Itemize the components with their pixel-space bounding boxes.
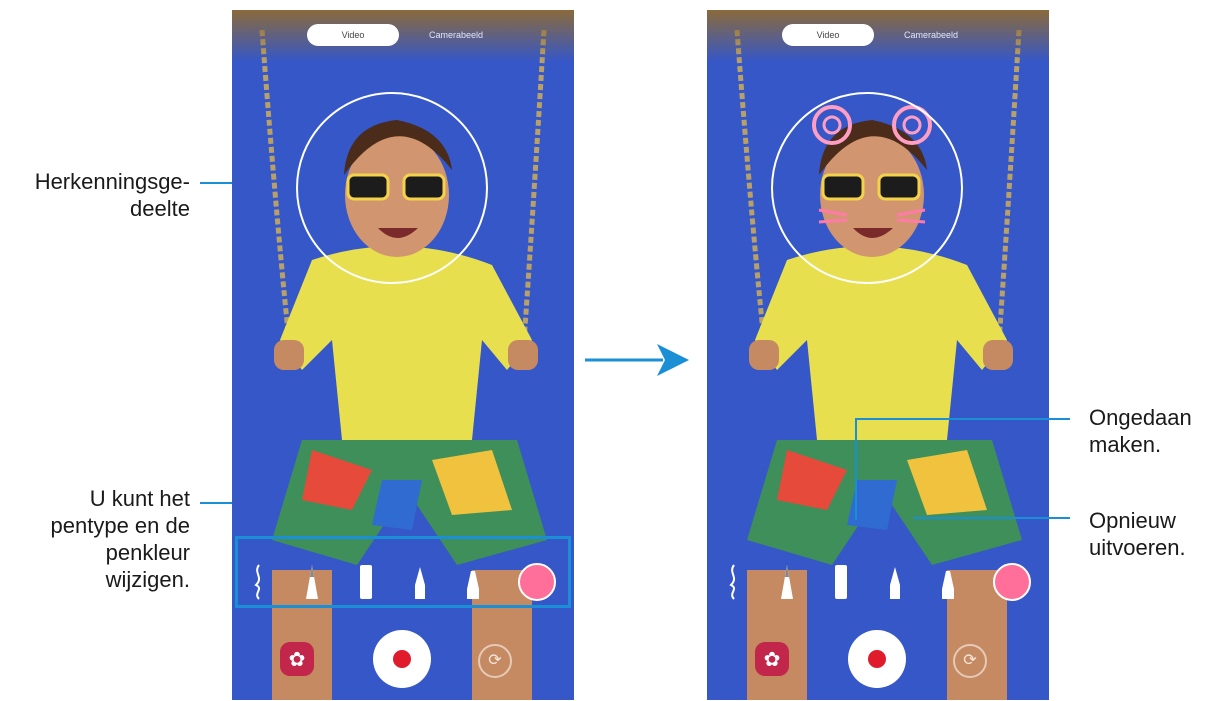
callout-pen-options: U kunt het pentype en de penkleur wijzig…	[50, 486, 190, 592]
mode-tab-camera[interactable]: Camerabeeld	[885, 24, 977, 46]
top-bar	[232, 10, 574, 62]
record-button[interactable]	[848, 630, 906, 688]
pen-options-row	[707, 547, 1049, 617]
bottom-controls: ✿ ⟳	[232, 630, 574, 690]
flower-icon: ✿	[763, 648, 781, 671]
mode-tab-camera[interactable]: Camerabeeld	[410, 24, 502, 46]
callout-redo: Opnieuw uitvoeren.	[1089, 508, 1186, 560]
right-arrow-icon	[585, 344, 689, 376]
bottom-controls: ✿ ⟳	[707, 630, 1049, 690]
switch-camera-icon[interactable]: ⟳	[953, 644, 987, 678]
top-bar	[707, 10, 1049, 62]
callout-line-undo-vertical	[855, 418, 857, 520]
mode-tab-video[interactable]: Video	[782, 24, 874, 46]
recognition-area-ring	[771, 92, 963, 284]
callout-recognition-area: Herkenningsge- deelte	[34, 169, 190, 221]
camera-screen-after: Video Camerabeeld ✿ ⟳	[707, 10, 1049, 700]
recognition-area-ring	[296, 92, 488, 284]
pen-color-button[interactable]	[993, 563, 1032, 601]
flower-icon: ✿	[288, 648, 306, 671]
brush-pen-icon[interactable]	[725, 563, 743, 601]
pencil-pen-icon[interactable]	[778, 563, 796, 601]
fountain-pen-icon[interactable]	[886, 563, 904, 601]
callout-line-undo	[855, 418, 1070, 420]
stickers-button[interactable]: ✿	[755, 642, 789, 676]
highlighter-pen-icon[interactable]	[939, 563, 957, 601]
callout-line-redo	[914, 517, 1070, 519]
record-dot-icon	[868, 650, 886, 668]
record-dot-icon	[393, 650, 411, 668]
pen-options-highlight	[235, 536, 571, 608]
mode-tab-video[interactable]: Video	[307, 24, 399, 46]
record-button[interactable]	[373, 630, 431, 688]
marker-pen-icon[interactable]	[832, 563, 850, 601]
switch-camera-icon[interactable]: ⟳	[478, 644, 512, 678]
callout-undo: Ongedaan maken.	[1089, 405, 1192, 457]
stickers-button[interactable]: ✿	[280, 642, 314, 676]
